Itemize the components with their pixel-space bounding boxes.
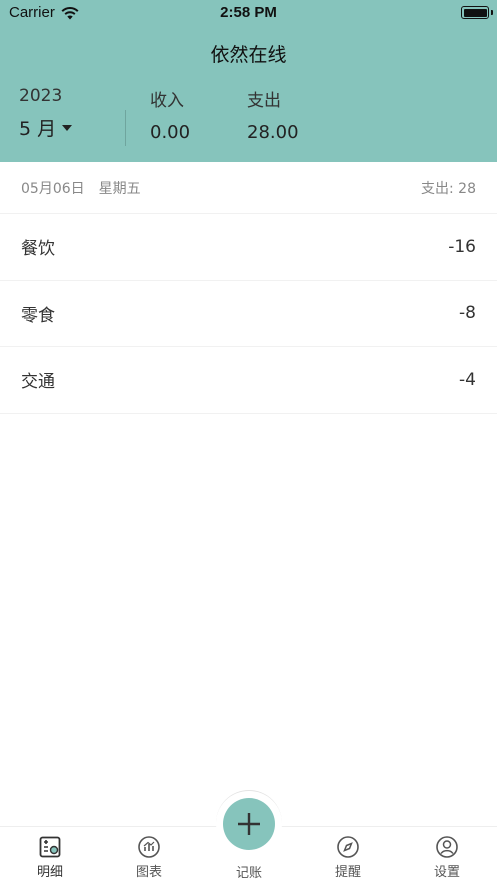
list-detail-icon	[39, 836, 61, 858]
chart-icon	[138, 836, 160, 858]
entry-amount: -8	[459, 303, 476, 324]
income-label: 收入	[150, 91, 184, 111]
entry-category: 餐饮	[21, 239, 55, 260]
year-label: 2023	[19, 86, 63, 106]
income-value: 0.00	[150, 122, 191, 143]
day-header: 05月06日 星期五 支出: 28	[0, 162, 497, 214]
income-summary: 收入 0.00	[150, 86, 190, 143]
tab-details[interactable]: 明细	[15, 835, 85, 880]
day-date: 05月06日	[21, 180, 85, 197]
user-circle-icon	[436, 836, 458, 858]
battery-tip	[491, 10, 493, 15]
tab-settings[interactable]: 设置	[412, 835, 482, 880]
plus-icon	[238, 813, 260, 835]
expense-label: 支出	[247, 91, 281, 111]
tab-label: 设置	[433, 865, 460, 880]
list-item[interactable]: 餐饮 -16	[0, 214, 497, 281]
entry-amount: -16	[448, 236, 476, 257]
add-record-button[interactable]	[223, 798, 275, 850]
battery-icon	[461, 6, 489, 19]
header-divider	[125, 110, 126, 146]
tab-label: 明细	[36, 865, 63, 880]
header: Carrier 2:58 PM 依然在线 2023 5 月 收入 0.00 支出…	[0, 0, 497, 162]
list-item[interactable]: 零食 -8	[0, 281, 497, 347]
tab-reminder[interactable]: 提醒	[313, 835, 383, 880]
caret-down-icon	[62, 124, 73, 131]
list-item[interactable]: 交通 -4	[0, 347, 497, 414]
entry-category: 零食	[21, 305, 55, 326]
tab-label: 图表	[135, 865, 162, 880]
day-total: 支出: 28	[421, 180, 476, 197]
month-picker: 2023 5 月	[19, 86, 73, 141]
entry-list: 餐饮 -16 零食 -8 交通 -4	[0, 214, 497, 414]
day-weekday: 星期五	[98, 180, 141, 197]
month-select[interactable]: 5 月	[19, 114, 73, 141]
entry-category: 交通	[21, 372, 55, 393]
compass-icon	[337, 836, 359, 858]
tab-label: 提醒	[334, 865, 361, 880]
page-title: 依然在线	[210, 44, 287, 66]
expense-value: 28.00	[247, 122, 299, 143]
status-time: 2:58 PM	[220, 4, 277, 21]
tab-chart[interactable]: 图表	[114, 835, 184, 880]
expense-summary: 支出 28.00	[247, 86, 299, 143]
tab-record-label[interactable]: 记账	[214, 862, 284, 881]
entry-amount: -4	[459, 369, 476, 390]
month-label: 5 月	[19, 118, 57, 140]
status-bar: Carrier 2:58 PM	[0, 0, 497, 26]
